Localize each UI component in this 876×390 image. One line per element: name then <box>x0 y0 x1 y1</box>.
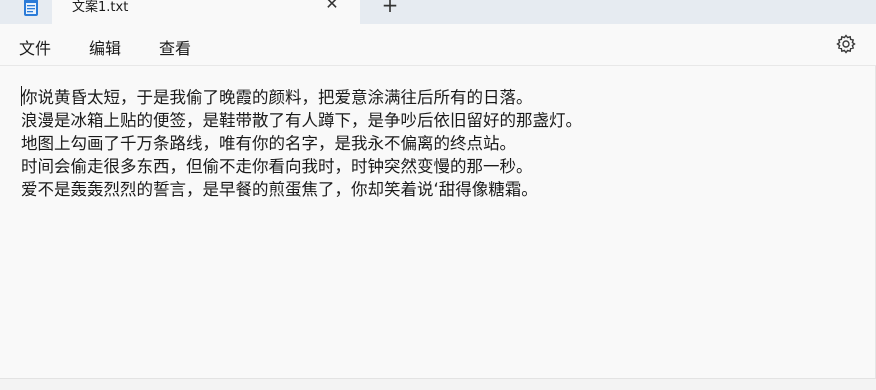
text-line: 你说黄昏太短，于是我偷了晚霞的颜料，把爱意涂满往后所有的日落。 <box>21 88 533 107</box>
text-editor[interactable]: 你说黄昏太短，于是我偷了晚霞的颜料，把爱意涂满往后所有的日落。 浪漫是冰箱上贴的… <box>0 66 876 378</box>
menu-file[interactable]: 文件 <box>19 35 51 59</box>
menu-view[interactable]: 查看 <box>159 35 191 59</box>
title-bar: 文案1.txt ✕ + <box>0 0 876 24</box>
close-icon[interactable]: ✕ <box>324 0 340 14</box>
text-line: 地图上勾画了千万条路线，唯有你的名字，是我永不偏离的终点站。 <box>21 134 516 153</box>
status-bar <box>0 378 876 390</box>
notepad-icon[interactable] <box>22 0 40 18</box>
gear-icon[interactable] <box>835 33 857 55</box>
new-tab-button[interactable]: + <box>380 0 400 16</box>
text-line: 时间会偷走很多东西，但偷不走你看向我时，时钟突然变慢的那一秒。 <box>21 157 533 176</box>
menu-bar: 文件 编辑 查看 <box>0 24 876 66</box>
menu-edit[interactable]: 编辑 <box>89 35 121 59</box>
tab-title: 文案1.txt <box>72 0 129 15</box>
tab-document[interactable]: 文案1.txt ✕ <box>52 0 360 24</box>
text-line: 爱不是轰轰烈烈的誓言，是早餐的煎蛋焦了，你却笑着说‘甜得像糖霜。 <box>21 180 538 199</box>
text-line: 浪漫是冰箱上贴的便签，是鞋带散了有人蹲下，是争吵后依旧留好的那盏灯。 <box>21 111 582 130</box>
